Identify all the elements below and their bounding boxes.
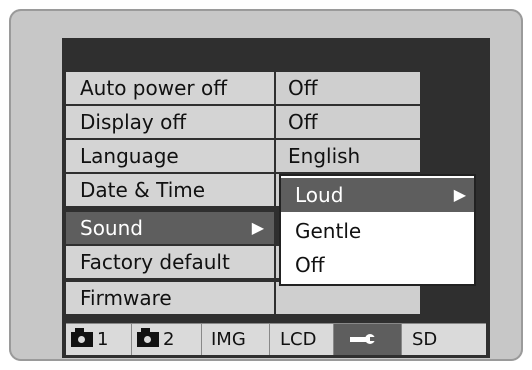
menu-item-value: Off (276, 106, 420, 138)
option-label: Off (295, 253, 325, 277)
camera-icon (71, 328, 93, 347)
sound-option-loud[interactable]: Loud ▶ (281, 178, 474, 212)
wrench-icon (350, 334, 380, 344)
menu-item-label: Factory default (66, 246, 274, 278)
option-label: Gentle (295, 219, 362, 243)
menu-item-label: Sound ▶ (66, 212, 274, 244)
menu-item-label: Display off (66, 106, 274, 138)
tab-label: LCD (280, 329, 317, 350)
submenu-arrow-icon: ▶ (251, 218, 264, 237)
menu-item-value: English (276, 140, 420, 172)
menu-item-display-off[interactable]: Display off Off (66, 106, 422, 138)
sound-option-gentle[interactable]: Gentle (281, 214, 474, 248)
sound-submenu: Loud ▶ Gentle Off (279, 174, 476, 286)
tab-setup[interactable] (334, 324, 402, 355)
tab-label: SD (412, 329, 438, 350)
menu-item-value: Off (276, 72, 420, 104)
tab-label: 1 (97, 329, 109, 350)
tab-camera-2[interactable]: 2 (132, 324, 202, 355)
option-label: Loud (295, 183, 344, 207)
submenu-arrow-icon: ▶ (453, 185, 466, 204)
tab-label: 2 (163, 329, 175, 350)
menu-item-label: Date & Time (66, 174, 274, 206)
sound-option-off[interactable]: Off (281, 248, 474, 282)
tab-label: IMG (211, 329, 246, 350)
menu-item-value (276, 282, 420, 314)
menu-tab-bar: 1 2 IMG LCD SD (66, 323, 486, 355)
tab-lcd[interactable]: LCD (270, 324, 334, 355)
menu-item-label: Language (66, 140, 274, 172)
camera-icon (137, 328, 159, 347)
tab-camera-1[interactable]: 1 (66, 324, 132, 355)
tab-img[interactable]: IMG (202, 324, 270, 355)
menu-item-label-text: Sound (80, 216, 143, 240)
menu-item-label: Firmware (66, 282, 274, 314)
menu-item-auto-power-off[interactable]: Auto power off Off (66, 72, 422, 104)
menu-item-firmware[interactable]: Firmware (66, 282, 422, 314)
menu-item-language[interactable]: Language English (66, 140, 422, 172)
tab-sd[interactable]: SD (402, 324, 486, 355)
menu-item-label: Auto power off (66, 72, 274, 104)
